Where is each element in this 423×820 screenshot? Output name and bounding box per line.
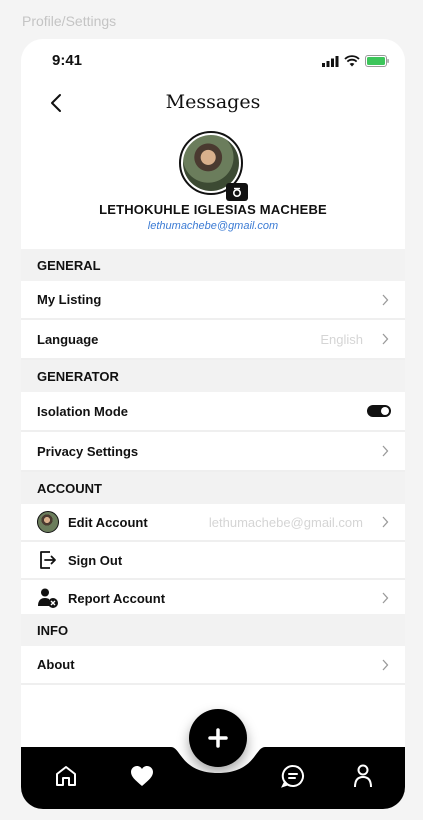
signal-icon xyxy=(322,55,339,67)
row-label: Privacy Settings xyxy=(37,443,139,459)
row-label: Edit Account xyxy=(68,514,148,530)
row-sign-out[interactable]: Sign Out xyxy=(21,542,405,580)
chevron-right-icon xyxy=(382,592,389,604)
row-label: My Listing xyxy=(37,292,102,307)
row-label: Report Account xyxy=(68,590,166,606)
chevron-right-icon xyxy=(382,445,389,457)
header: Messages xyxy=(21,89,405,119)
row-label: About xyxy=(37,657,75,672)
battery-icon xyxy=(365,55,389,67)
phone-screen: 9:41 Messages LETHOKUHLE IGLESIAS MACHEB… xyxy=(21,39,405,809)
profile-icon[interactable] xyxy=(350,763,376,789)
row-edit-account[interactable]: Edit Account lethumachebe@gmail.com xyxy=(21,504,405,542)
row-report-account[interactable]: Report Account xyxy=(21,580,405,618)
row-label: Sign Out xyxy=(68,552,123,568)
sign-out-icon xyxy=(37,549,59,571)
chevron-right-icon xyxy=(382,659,389,670)
section-info: INFO xyxy=(21,614,405,646)
profile-email[interactable]: lethumachebe@gmail.com xyxy=(21,220,405,232)
section-account: ACCOUNT xyxy=(21,472,405,504)
home-icon[interactable] xyxy=(53,763,79,789)
status-time: 9:41 xyxy=(52,52,83,69)
chevron-right-icon xyxy=(382,516,389,528)
isolation-mode-toggle[interactable] xyxy=(367,405,391,417)
chevron-right-icon xyxy=(382,294,389,305)
page-title: Messages xyxy=(165,91,261,113)
status-bar: 9:41 xyxy=(21,39,405,83)
chat-icon[interactable] xyxy=(280,763,306,789)
row-my-listing[interactable]: My Listing xyxy=(21,281,405,320)
profile-name: LETHOKUHLE IGLESIAS MACHEBE xyxy=(99,202,327,217)
status-icons xyxy=(322,55,389,67)
camera-icon[interactable] xyxy=(226,183,248,201)
row-language[interactable]: Language English xyxy=(21,320,405,360)
row-privacy-settings[interactable]: Privacy Settings xyxy=(21,432,405,472)
row-label: Language xyxy=(37,331,99,347)
row-about[interactable]: About xyxy=(21,646,405,685)
row-isolation-mode[interactable]: Isolation Mode xyxy=(21,392,405,432)
wifi-icon xyxy=(344,55,360,67)
account-email-value: lethumachebe@gmail.com xyxy=(208,514,363,530)
heart-icon[interactable] xyxy=(129,763,155,789)
profile-avatar[interactable] xyxy=(179,131,248,201)
section-general: GENERAL xyxy=(21,249,405,281)
language-value: English xyxy=(320,331,363,347)
row-label: Isolation Mode xyxy=(37,403,128,419)
add-icon[interactable] xyxy=(189,709,247,767)
section-generator: GENERATOR xyxy=(21,360,405,392)
frame-label: Profile/Settings xyxy=(22,13,117,29)
report-user-icon xyxy=(37,587,59,609)
chevron-right-icon xyxy=(382,333,389,345)
avatar xyxy=(37,511,59,533)
